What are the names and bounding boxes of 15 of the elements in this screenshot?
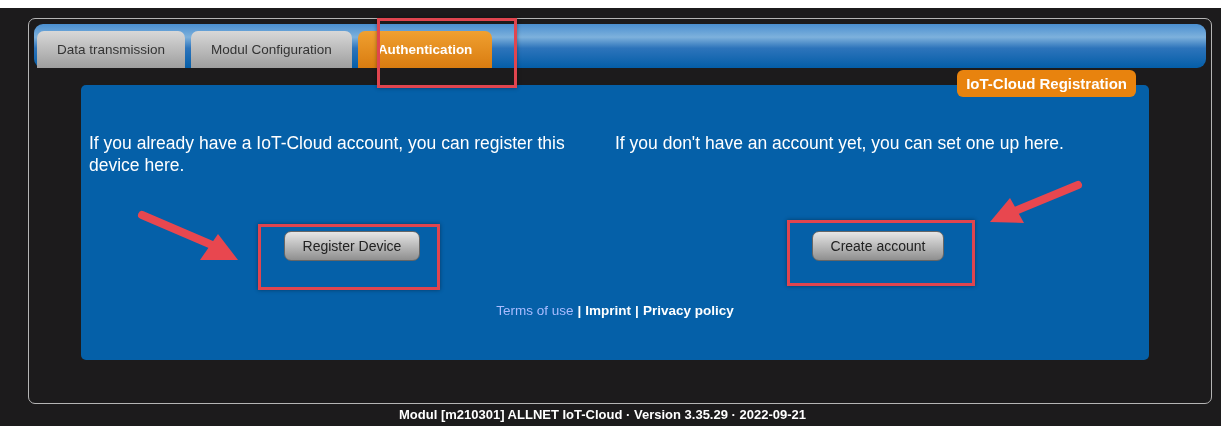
panel-title: IoT-Cloud Registration xyxy=(957,70,1136,97)
arrow-icon xyxy=(138,211,238,260)
description-text: If you already have a IoT-Cloud account, you can register this device here. xyxy=(89,132,566,176)
tab[interactable]: Modul Configuration xyxy=(191,31,352,68)
action-button[interactable]: Create account xyxy=(811,231,945,261)
version-text: Modul [m210301] ALLNET IoT-Cloud · Version 3.35.29 · 2022-09-21 xyxy=(398,407,807,422)
footer-link[interactable]: Terms of use xyxy=(496,303,574,318)
separator-text: | xyxy=(635,303,639,318)
arrow-icon xyxy=(990,181,1082,223)
action-button[interactable]: Register Device xyxy=(283,231,421,261)
footer-link[interactable]: Imprint xyxy=(585,303,632,318)
footer-link[interactable]: Privacy policy xyxy=(642,303,734,318)
tab[interactable]: Data transmission xyxy=(37,31,186,68)
separator-text: | xyxy=(577,303,582,318)
description-text: If you don't have an account yet, you can set one up here. xyxy=(615,132,1065,155)
